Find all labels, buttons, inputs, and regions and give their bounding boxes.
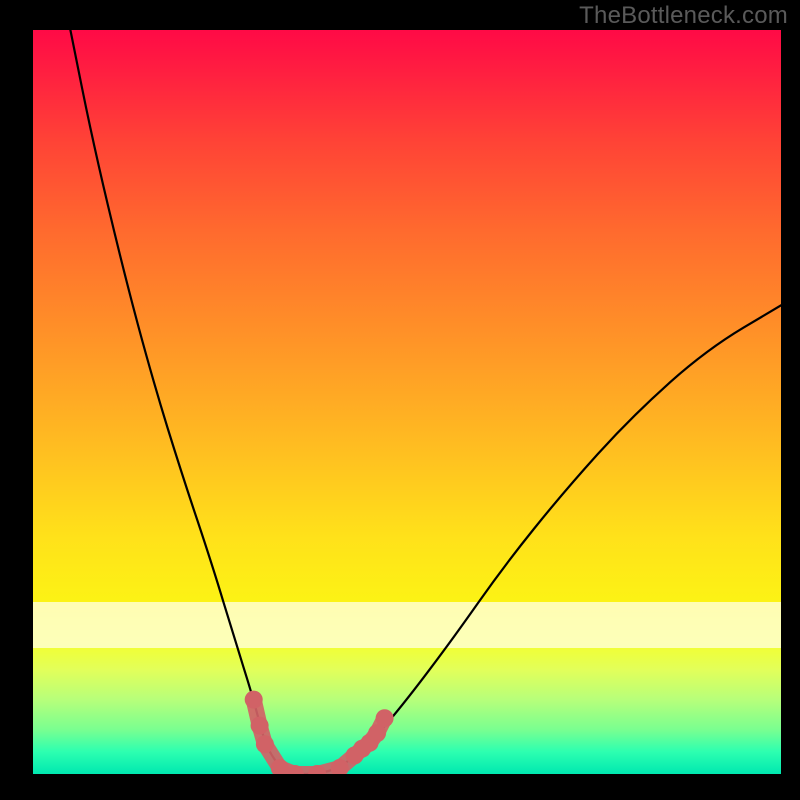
- watermark-text: TheBottleneck.com: [579, 2, 788, 30]
- marker-dot: [308, 765, 326, 774]
- marker-dot: [376, 709, 394, 727]
- marker-dot: [331, 759, 349, 774]
- bottleneck-curve: [70, 30, 781, 774]
- marker-dot: [271, 759, 289, 774]
- marker-dot: [245, 691, 263, 709]
- marker-dot: [286, 765, 304, 774]
- highlight-band: [33, 602, 781, 648]
- marker-group: [245, 691, 394, 774]
- marker-dot: [368, 724, 386, 742]
- chart-frame: TheBottleneck.com: [0, 0, 800, 800]
- marker-dot: [346, 746, 364, 764]
- marker-connector: [254, 700, 385, 774]
- marker-dot: [256, 735, 274, 753]
- marker-dot: [361, 734, 379, 752]
- plot-area: [33, 30, 781, 774]
- marker-dot: [251, 717, 269, 735]
- marker-dot: [353, 740, 371, 758]
- curve-layer: [33, 30, 781, 774]
